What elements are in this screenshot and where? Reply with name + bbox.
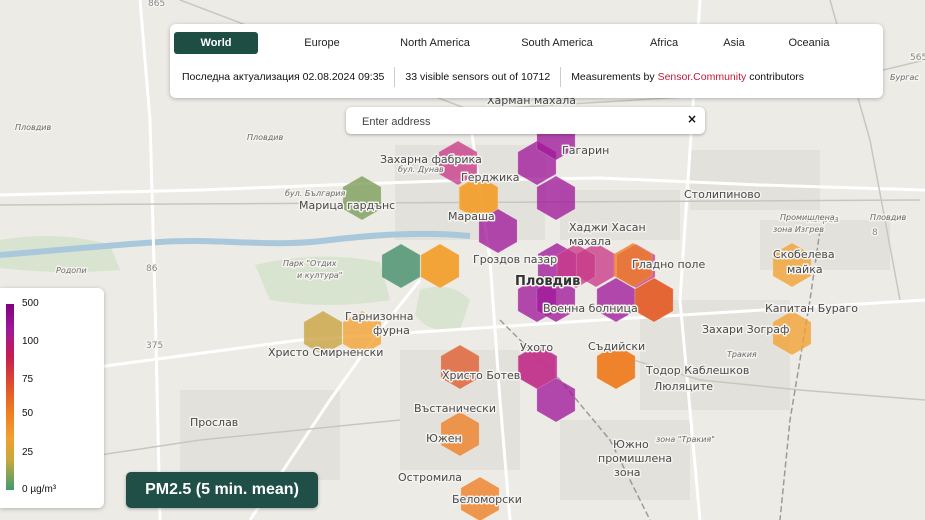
map-label: бул. България [285,189,346,198]
address-search: × [346,107,705,134]
map-label: Ухото [520,341,553,354]
tab-europe[interactable]: Europe [272,32,372,54]
map-label: фурна [373,324,410,337]
map-label: Беломорски [452,493,522,506]
map-label: 8 [872,228,878,238]
tab-south-america[interactable]: South America [502,32,612,54]
map-label: 865 [148,0,165,9]
map-label: Южен [426,432,462,445]
map-label: Христо Смирненски [268,346,383,359]
map-label: 86 [146,264,158,274]
map-label: Южно [613,438,649,451]
region-tabs: World Europe North America South America… [174,31,879,55]
map-label: Родопи [56,266,87,275]
map-label: Пловдив [515,274,580,289]
top-panel: World Europe North America South America… [170,24,883,98]
map-label: зона Изгрев [773,225,824,234]
map-label: Столипиново [684,188,761,201]
map-label: Герджика [461,171,520,184]
tab-oceania[interactable]: Oceania [774,32,844,54]
map-label: зона "Тракия" [656,435,715,444]
map-label: Мараша [448,210,495,223]
map-label: Тодор Каблешков [645,364,749,377]
map-label: Въстанически [414,402,496,415]
color-legend: 500 100 75 50 25 0 µg/m³ [0,288,104,508]
map-label: махала [569,235,611,248]
attribution-suffix: contributors [749,71,805,83]
legend-label-50: 50 [22,408,34,419]
map-label: Промишлена [780,213,835,222]
tab-africa[interactable]: Africa [624,32,704,54]
map-label: Гагарин [562,144,609,157]
map-label: и култура" [297,271,342,280]
map-label: Пловдив [870,213,906,222]
map-label: Бургас [890,73,919,82]
tab-world[interactable]: World [174,32,258,54]
map-label: Остромила [398,471,462,484]
total-count: 10712 [520,71,551,83]
legend-label-500: 500 [22,298,39,309]
map-label: Марица гардънс [299,199,395,212]
map-label: Парк "Отдих [283,259,337,268]
attribution: Measurements by Sensor.Community contrib… [561,71,814,83]
map-label: Военна болница [543,302,638,315]
legend-label-25: 25 [22,447,34,458]
map-label: Пловдив [15,123,51,132]
legend-label-100: 100 [22,336,39,347]
tab-north-america[interactable]: North America [380,32,490,54]
map-label: промишлена [598,452,672,465]
map-label: Гарнизонна [345,310,413,323]
info-row: Последна актуализация 02.08.2024 09:35 3… [170,66,883,88]
close-icon[interactable]: × [687,112,697,126]
map-label: Пловдив [247,133,283,142]
map-label: Съдийски [588,340,645,353]
map-label: Прослав [190,416,238,429]
map-label: Хаджи Хасан [569,221,646,234]
map-label: Люляците [654,380,713,393]
visible-count: 33 [405,71,418,83]
map-label: Тракия [727,350,757,359]
map-label: Капитан Бураго [765,302,858,315]
address-search-input[interactable] [360,111,674,132]
map-label: Гладно поле [632,258,705,271]
legend-label-0: 0 µg/m³ [22,484,57,495]
sensor-count: 33 visible sensors out of 10712 [395,71,560,83]
attribution-prefix: Measurements by [571,71,655,83]
map-label: зона [614,466,641,479]
map-label: 565 [910,53,925,63]
map-label: Захари Зограф [702,323,789,336]
map-label: Гроздов пазар [473,253,557,266]
legend-label-75: 75 [22,374,34,385]
map-label: бул. Дунав [398,165,444,174]
map-label: Христо Ботев [442,369,520,382]
sensor-community-link[interactable]: Sensor.Community [658,71,747,83]
map-label: майка [787,263,823,276]
legend-gradient [6,304,14,490]
last-update: Последна актуализация 02.08.2024 09:35 [182,71,385,83]
pm25-selector[interactable]: PM2.5 (5 min. mean) [126,472,318,508]
map-label: Скобелева [773,248,835,261]
map-label: 375 [146,341,163,351]
tab-asia[interactable]: Asia [704,32,764,54]
visible-text: visible sensors out of [420,71,519,83]
